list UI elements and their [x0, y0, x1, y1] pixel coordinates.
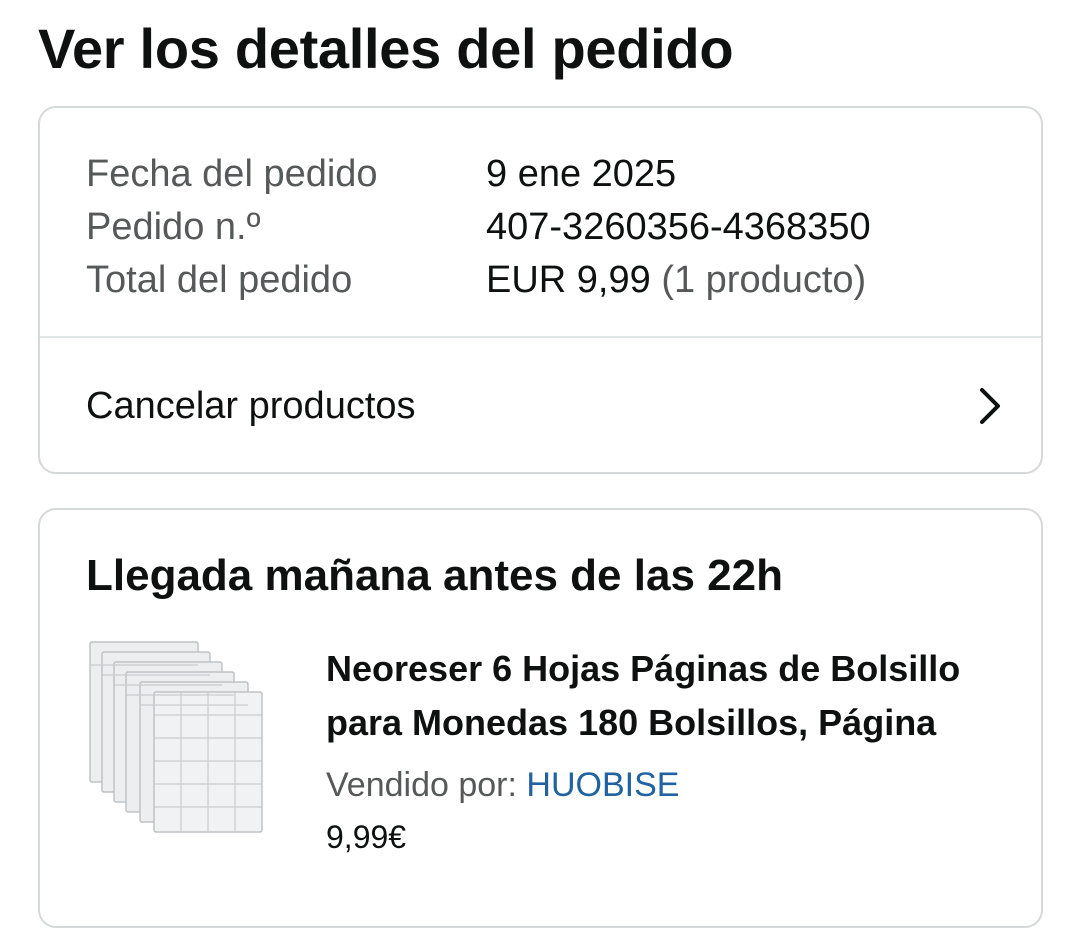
order-summary-card: Fecha del pedido 9 ene 2025 Pedido n.º 4… — [38, 106, 1043, 474]
seller-link[interactable]: HUOBISE — [526, 766, 679, 804]
page-title: Ver los detalles del pedido — [38, 17, 734, 80]
order-total-value: EUR 9,99 — [486, 259, 651, 301]
product-image[interactable] — [86, 640, 266, 835]
cancel-products-label: Cancelar productos — [86, 384, 416, 427]
order-info-list: Fecha del pedido 9 ene 2025 Pedido n.º 4… — [86, 148, 871, 307]
product-title-link[interactable]: Neoreser 6 Hojas Páginas de Bolsillo par… — [326, 642, 1016, 750]
cancel-products-button[interactable]: Cancelar productos — [40, 338, 1041, 474]
order-date-label: Fecha del pedido — [86, 153, 378, 195]
product-info: Neoreser 6 Hojas Páginas de Bolsillo par… — [326, 642, 1016, 862]
order-total-label: Total del pedido — [86, 259, 353, 301]
order-total-value-wrap: EUR 9,99 (1 producto) — [486, 259, 866, 302]
order-number-value: 407-3260356-4368350 — [486, 206, 871, 248]
order-item-count: (1 producto) — [661, 259, 867, 301]
seller-line: Vendido por: HUOBISE — [326, 760, 1016, 810]
order-date-row: Fecha del pedido 9 ene 2025 — [86, 148, 871, 201]
order-number-label: Pedido n.º — [86, 206, 261, 248]
seller-prefix: Vendido por: — [326, 766, 517, 804]
order-total-row: Total del pedido EUR 9,99 (1 producto) — [86, 254, 871, 307]
delivery-card: Llegada mañana antes de las 22h Neoreser… — [38, 508, 1043, 928]
coin-pages-product-image — [89, 641, 263, 833]
product-price: 9,99€ — [326, 819, 407, 855]
chevron-right-icon — [980, 388, 1000, 424]
order-date-value: 9 ene 2025 — [486, 153, 677, 195]
order-number-row: Pedido n.º 407-3260356-4368350 — [86, 201, 871, 254]
delivery-title: Llegada mañana antes de las 22h — [86, 551, 783, 600]
